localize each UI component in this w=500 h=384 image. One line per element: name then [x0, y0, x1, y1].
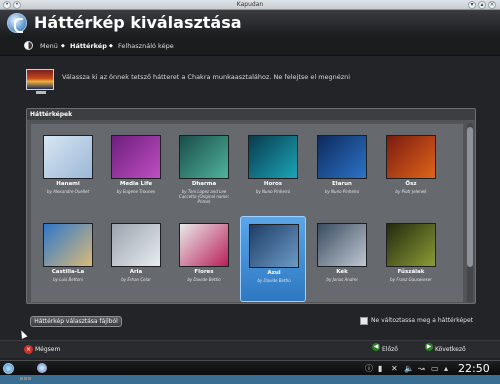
wallpaper-thumbnail	[111, 223, 161, 267]
wallpaper-tile[interactable]: Aria by Erhan Celar	[103, 216, 169, 302]
wallpaper-panel: Háttérképek Hanami by Alexandre Ouellet Me…	[26, 108, 476, 304]
page-header: Háttérkép kiválasztása	[0, 10, 500, 36]
progress-icon	[24, 41, 33, 50]
mouse-cursor-icon	[18, 329, 28, 339]
task-app-icon[interactable]	[37, 363, 47, 373]
wallpaper-tile[interactable]: Hanami by Alexandre Ouellet	[35, 128, 101, 214]
wallpaper-thumbnail	[317, 135, 367, 179]
wallpaper-author: by Davide Bettio	[187, 277, 221, 282]
back-arrow-icon: ◀	[372, 343, 380, 351]
wallpaper-thumbnail	[386, 135, 436, 179]
wallpaper-thumbnail	[248, 135, 298, 179]
keep-wallpaper-label: Ne változtassa meg a háttérképet	[371, 317, 474, 324]
wallpaper-author: by Nuno Pinheiro	[255, 189, 291, 194]
wallpaper-author: by Nuno Pinheiro	[324, 189, 360, 194]
pager-icon[interactable]	[20, 365, 34, 380]
wallpaper-name: Aria	[129, 269, 143, 275]
wallpaper-thumbnail	[179, 223, 229, 267]
connection-tray-icon[interactable]: ↝	[418, 363, 425, 374]
breadcrumb-separator-icon: ◆	[109, 43, 113, 49]
wallpaper-thumbnail	[43, 223, 93, 267]
taskbar: ⓘ ▮ ✕ 🔈 ↝ ▭ ▴ 22:50	[0, 360, 500, 380]
info-text: Válassza ki az önnek tetsző hátteret a C…	[62, 73, 351, 81]
clock[interactable]: 22:50	[458, 362, 490, 375]
wallpaper-tile[interactable]: Ősz by Piotr Jelenek	[378, 128, 444, 214]
wallpaper-name: Kék	[336, 269, 348, 275]
wallpaper-thumbnail	[386, 223, 436, 267]
wallpaper-author: by Toni Lopez and Lee Caccetta (Original…	[178, 189, 230, 204]
wallpaper-tile[interactable]: Fűszálak by Franz Gauswieser	[378, 216, 444, 302]
cancel-icon: ×	[24, 345, 33, 354]
scrollbar[interactable]	[467, 123, 473, 303]
breadcrumb-item-user-image: Felhasználó képe	[118, 42, 174, 50]
next-button[interactable]: Következő	[435, 344, 466, 355]
wallpaper-author: by Piotr Jelenek	[395, 189, 427, 194]
wallpaper-thumbnail	[249, 224, 299, 268]
wallpaper-tile[interactable]: Azul by Davide Bettio	[240, 216, 306, 302]
page-title: Háttérkép kiválasztása	[34, 13, 242, 32]
back-button[interactable]: Előző	[382, 344, 398, 355]
next-arrow-icon: ▶	[425, 343, 433, 351]
wallpaper-author: by Luis Bettoni	[53, 277, 83, 282]
wallpaper-thumbnail	[43, 135, 93, 179]
scrollbar-thumb[interactable]	[467, 127, 473, 267]
installer-window: • • Kapudan ▾ ▴ × Háttérkép kiválasztása…	[0, 0, 500, 360]
window-title: Kapudan	[236, 1, 264, 8]
wallpaper-author: by Alexandre Ouellet	[46, 189, 90, 194]
network-tray-icon[interactable]: ✕	[391, 363, 398, 374]
breadcrumb-separator-icon: ◆	[61, 43, 65, 49]
wallpaper-name: Flores	[194, 269, 214, 275]
wallpaper-name: Horos	[263, 181, 283, 187]
wallpaper-thumbnail	[317, 223, 367, 267]
wallpaper-author: by Franz Gauswieser	[390, 277, 432, 282]
wallpaper-name: Media Life	[119, 181, 153, 187]
choose-from-file-button[interactable]: Háttérkép választása fájlból	[30, 316, 122, 327]
breadcrumb-item-menu: Menü	[40, 42, 58, 50]
wallpaper-author: by Eugene Trounev	[116, 189, 156, 194]
minimize-icon[interactable]: ▾	[468, 1, 476, 9]
wallpaper-tile[interactable]: Media Life by Eugene Trounev	[103, 128, 169, 214]
wallpaper-tile[interactable]: Kék by Jonas Andrei	[309, 216, 375, 302]
wallpaper-grid: Hanami by Alexandre Ouellet Media Life by E…	[30, 123, 464, 303]
wallpaper-name: Fűszálak	[397, 269, 425, 275]
battery-tray-icon[interactable]: ▭	[431, 363, 439, 374]
app-logo-icon	[7, 13, 27, 33]
window-titlebar[interactable]: • • Kapudan ▾ ▴ ×	[0, 0, 500, 10]
keep-wallpaper-checkbox[interactable]	[360, 317, 368, 325]
info-tray-icon[interactable]: ⓘ	[365, 363, 373, 374]
wallpaper-tile[interactable]: Dharma by Toni Lopez and Lee Caccetta (Or…	[171, 128, 237, 214]
wallpaper-tile[interactable]: Horos by Nuno Pinheiro	[240, 128, 306, 214]
wizard-button-bar: × Mégsem ◀ Előző ▶ Következő	[0, 340, 500, 358]
wallpaper-name: Castilla-La	[51, 269, 85, 275]
wallpaper-name: Hanami	[56, 181, 80, 187]
wallpaper-name: Elarun	[332, 181, 352, 187]
wallpaper-author: by Jonas Andrei	[326, 277, 358, 282]
wallpaper-name: Ősz	[405, 181, 417, 187]
panel-title: Háttérképek	[27, 109, 475, 120]
wallpaper-tile[interactable]: Elarun by Nuno Pinheiro	[309, 128, 375, 214]
wallpaper-tile[interactable]: Flores by Davide Bettio	[171, 216, 237, 302]
wallpaper-tile[interactable]: Castilla-La by Luis Bettoni	[35, 216, 101, 302]
wallpaper-name: Azul	[267, 270, 281, 276]
breadcrumb: Menü ◆ Háttérkép ◆ Felhasználó képe	[0, 36, 500, 56]
volume-tray-icon[interactable]: 🔈	[404, 363, 414, 374]
close-icon[interactable]: ×	[488, 1, 496, 9]
wallpaper-author: by Erhan Celar	[121, 277, 151, 282]
cancel-button[interactable]: Mégsem	[35, 344, 60, 355]
tray-expand-icon[interactable]: ▴	[444, 363, 448, 374]
breadcrumb-item-wallpaper: Háttérkép	[70, 42, 107, 50]
start-menu-icon[interactable]	[3, 363, 14, 374]
monitor-icon	[26, 69, 54, 94]
wallpaper-thumbnail	[111, 135, 161, 179]
maximize-icon[interactable]: ▴	[478, 1, 486, 9]
wallpaper-author: by Davide Bettio	[257, 278, 291, 283]
wallpaper-thumbnail	[179, 135, 229, 179]
clipboard-tray-icon[interactable]: ▮	[378, 363, 382, 374]
wallpaper-name: Dharma	[191, 181, 217, 187]
